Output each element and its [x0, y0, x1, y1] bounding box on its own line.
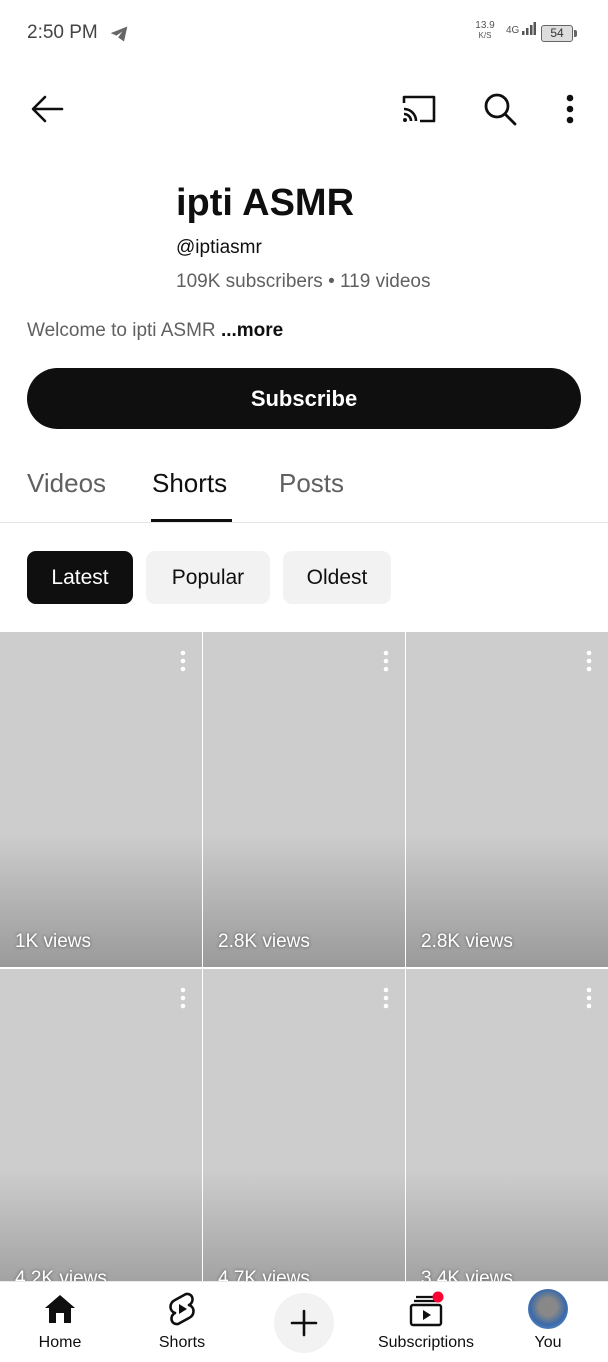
short-tile[interactable]: 4.2K views: [0, 969, 202, 1304]
nav-home[interactable]: Home: [20, 1282, 100, 1362]
more-vert-icon[interactable]: [178, 650, 188, 672]
short-tile[interactable]: 2.8K views: [406, 632, 608, 967]
home-icon: [45, 1295, 75, 1323]
search-icon: [484, 93, 517, 126]
cast-button[interactable]: [396, 86, 442, 132]
subscribe-button[interactable]: Subscribe: [27, 368, 581, 429]
nav-label: Home: [38, 1334, 82, 1351]
short-tile[interactable]: 1K views: [0, 632, 202, 967]
status-time: 2:50 PM: [27, 22, 98, 43]
channel-name: ipti ASMR: [176, 182, 355, 224]
tab-videos[interactable]: Videos: [27, 468, 106, 499]
view-count: 2.8K views: [421, 931, 513, 952]
search-button[interactable]: [477, 86, 523, 132]
tab-posts[interactable]: Posts: [279, 468, 344, 499]
more-vert-icon[interactable]: [381, 650, 391, 672]
more-vert-icon[interactable]: [584, 987, 594, 1009]
short-tile[interactable]: 2.8K views: [203, 632, 405, 967]
subscriptions-icon: [409, 1291, 444, 1327]
nav-label: You: [534, 1334, 562, 1351]
speed-unit: K/S: [478, 31, 492, 40]
view-count: 2.8K views: [218, 931, 310, 952]
nav-subscriptions[interactable]: Subscriptions: [366, 1282, 486, 1362]
battery-tip: [574, 30, 577, 37]
description-text: Welcome to ipti ASMR: [27, 320, 221, 341]
more-vert-icon[interactable]: [381, 987, 391, 1009]
chip-popular[interactable]: Popular: [146, 551, 270, 604]
more-link[interactable]: ...more: [221, 320, 283, 341]
telegram-icon: [110, 26, 128, 42]
speed-value: 13.9: [475, 20, 495, 31]
more-options-button[interactable]: [550, 86, 590, 132]
cast-icon: [402, 95, 436, 123]
arrow-left-icon: [31, 95, 64, 123]
channel-handle: @iptiasmr: [176, 237, 262, 258]
avatar: [528, 1289, 568, 1329]
shorts-icon: [169, 1292, 195, 1326]
tab-shorts[interactable]: Shorts: [152, 468, 227, 499]
nav-shorts[interactable]: Shorts: [142, 1282, 222, 1362]
battery-level: 54: [541, 25, 573, 42]
chip-oldest[interactable]: Oldest: [283, 551, 391, 604]
network-speed: 13.9 K/S: [473, 21, 497, 41]
signal-indicator: 4G: [506, 22, 538, 36]
nav-label: Subscriptions: [377, 1334, 475, 1351]
view-count: 1K views: [15, 931, 92, 952]
short-tile[interactable]: 3.4K views: [406, 969, 608, 1304]
channel-description[interactable]: Welcome to ipti ASMR ...more: [27, 320, 283, 342]
network-type: 4G: [506, 25, 520, 36]
bottom-navigation: Home Shorts Subscriptions You: [0, 1281, 608, 1362]
chip-latest[interactable]: Latest: [27, 551, 133, 604]
channel-stats: 109K subscribers • 119 videos: [176, 271, 431, 292]
signal-icon: [522, 22, 537, 35]
more-vert-icon: [566, 94, 574, 124]
tab-divider: [0, 522, 608, 523]
more-vert-icon[interactable]: [584, 650, 594, 672]
nav-you[interactable]: You: [508, 1282, 588, 1362]
short-tile[interactable]: 4.7K views: [203, 969, 405, 1304]
back-button[interactable]: [24, 86, 70, 132]
nav-label: Shorts: [158, 1334, 206, 1351]
plus-icon: [290, 1309, 318, 1337]
more-vert-icon[interactable]: [178, 987, 188, 1009]
create-button[interactable]: [274, 1293, 334, 1353]
